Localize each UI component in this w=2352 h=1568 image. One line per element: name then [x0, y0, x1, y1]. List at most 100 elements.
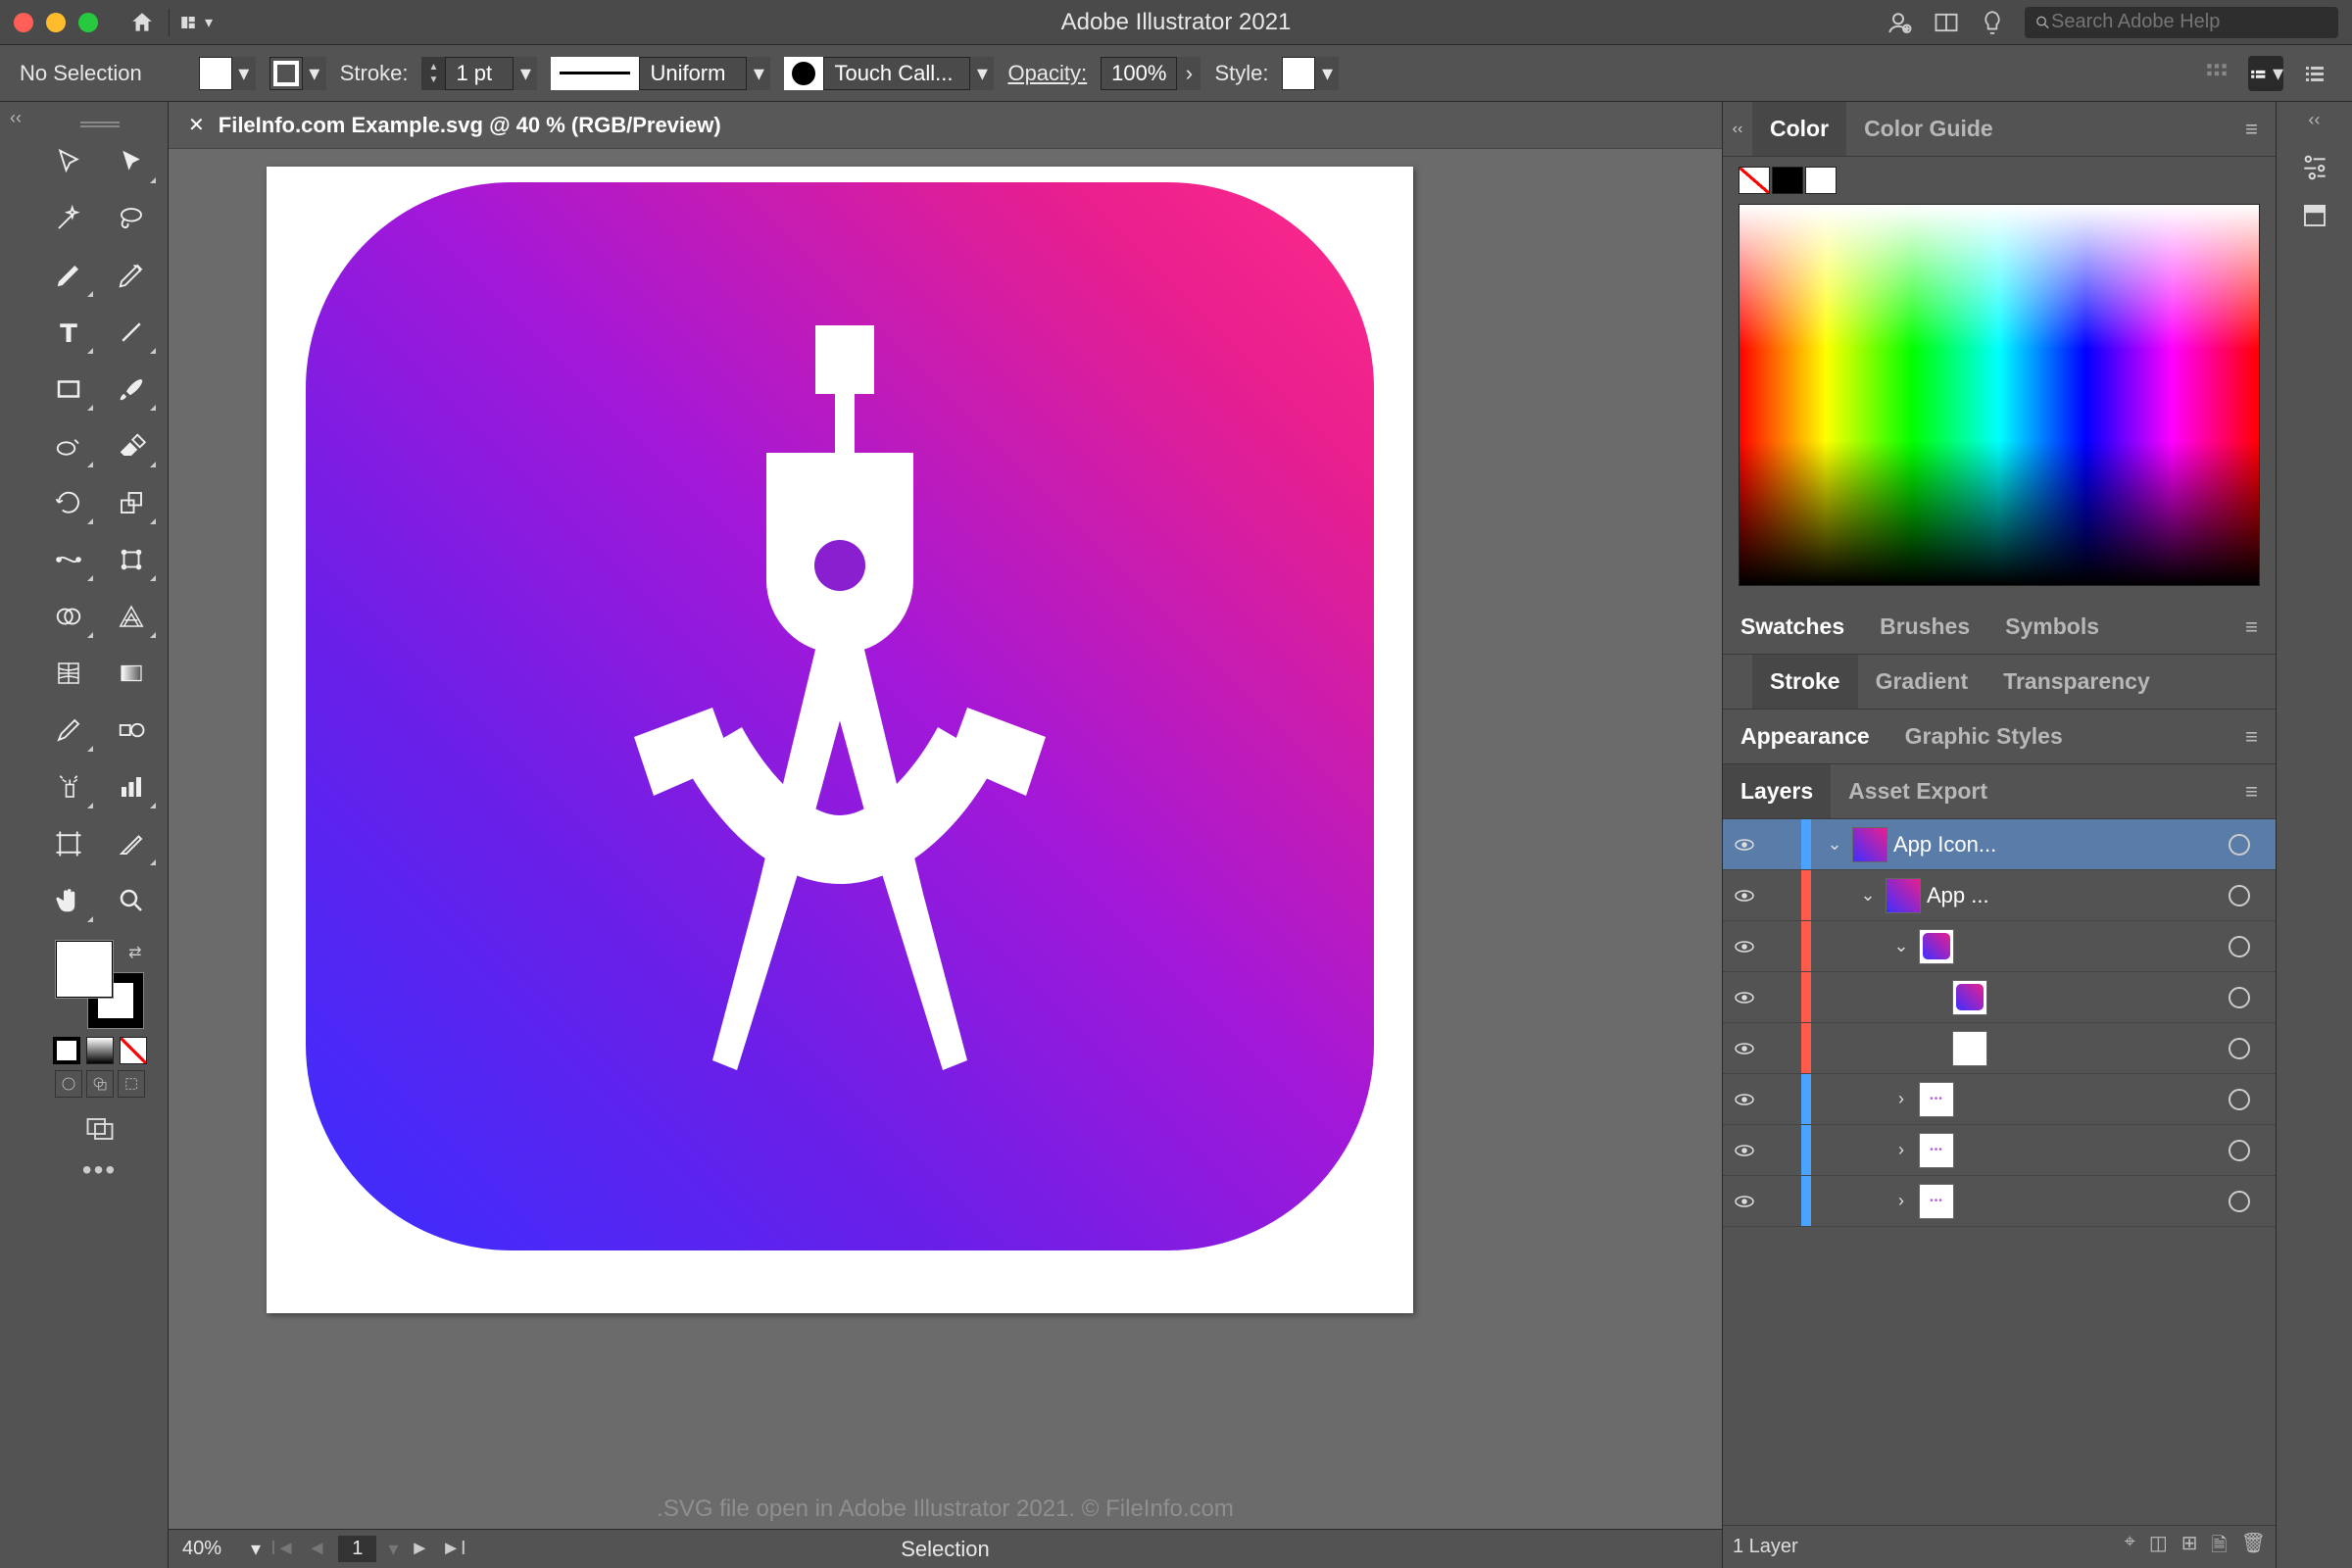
- visibility-toggle-icon[interactable]: [1723, 1088, 1766, 1111]
- tab-color[interactable]: Color: [1752, 102, 1846, 156]
- draw-inside[interactable]: [118, 1070, 145, 1098]
- help-search-input[interactable]: [2051, 11, 2328, 33]
- disclosure-toggle[interactable]: ›: [1889, 1191, 1913, 1211]
- hand-tool[interactable]: [41, 876, 96, 925]
- eyedropper-tool[interactable]: [41, 706, 96, 755]
- opacity-input[interactable]: 100%›: [1101, 57, 1200, 90]
- visibility-toggle-icon[interactable]: [1723, 935, 1766, 958]
- gradient-tool[interactable]: [104, 649, 159, 698]
- close-window-button[interactable]: [14, 13, 33, 32]
- arrange-documents-icon[interactable]: [1933, 9, 1960, 36]
- home-button[interactable]: [125, 6, 159, 39]
- last-artboard-button[interactable]: ►I: [441, 1538, 466, 1560]
- free-transform-tool[interactable]: [104, 535, 159, 584]
- magic-wand-tool[interactable]: [41, 194, 96, 243]
- visibility-toggle-icon[interactable]: [1723, 833, 1766, 857]
- layer-row[interactable]: [1723, 972, 2276, 1023]
- layer-row[interactable]: ⌄ App ...: [1723, 870, 2276, 921]
- disclosure-toggle[interactable]: ⌄: [1856, 885, 1880, 906]
- tools-collapse-strip[interactable]: ‹‹: [0, 102, 31, 1568]
- tab-asset-export[interactable]: Asset Export: [1831, 764, 2005, 818]
- layer-row[interactable]: ›•••: [1723, 1074, 2276, 1125]
- workspace-switcher[interactable]: ▾: [179, 6, 213, 39]
- perspective-grid-tool[interactable]: [104, 592, 159, 641]
- paintbrush-tool[interactable]: [104, 365, 159, 414]
- delete-layer-icon[interactable]: 🗑: [2241, 1531, 2266, 1564]
- type-tool[interactable]: [41, 308, 96, 357]
- color-none-swatch[interactable]: [1739, 167, 1770, 194]
- tab-appearance[interactable]: Appearance: [1723, 710, 1887, 763]
- target-icon[interactable]: [2229, 1140, 2250, 1161]
- swap-fill-stroke-icon[interactable]: ⇄: [128, 943, 141, 962]
- layer-row[interactable]: [1723, 1023, 2276, 1074]
- lasso-tool[interactable]: [104, 194, 159, 243]
- layer-name[interactable]: App Icon...: [1893, 832, 2223, 858]
- minimize-window-button[interactable]: [46, 13, 66, 32]
- scale-tool[interactable]: [104, 478, 159, 527]
- next-artboard-button[interactable]: ►: [410, 1538, 429, 1560]
- color-mode-gradient[interactable]: [86, 1037, 114, 1064]
- line-segment-tool[interactable]: [104, 308, 159, 357]
- tab-symbols[interactable]: Symbols: [1987, 600, 2117, 654]
- help-search[interactable]: [2025, 7, 2338, 38]
- curvature-tool[interactable]: [104, 251, 159, 300]
- screen-mode[interactable]: [78, 1111, 122, 1147]
- tab-brushes[interactable]: Brushes: [1862, 600, 1987, 654]
- document-tab[interactable]: ✕ FileInfo.com Example.svg @ 40 % (RGB/P…: [169, 102, 1722, 149]
- make-clipping-mask-icon[interactable]: ◫: [2149, 1531, 2168, 1564]
- artboard-tool[interactable]: [41, 819, 96, 868]
- layers-panel-menu-icon[interactable]: ≡: [2235, 779, 2268, 805]
- learn-icon[interactable]: [1980, 10, 2005, 35]
- width-tool[interactable]: [41, 535, 96, 584]
- visibility-toggle-icon[interactable]: [1723, 986, 1766, 1009]
- target-icon[interactable]: [2229, 1038, 2250, 1059]
- slice-tool[interactable]: [104, 819, 159, 868]
- disclosure-toggle[interactable]: ⌄: [1823, 834, 1846, 855]
- color-panel-menu-icon[interactable]: ≡: [2235, 117, 2268, 142]
- mesh-tool[interactable]: [41, 649, 96, 698]
- transform-panel-icon[interactable]: ▾: [2248, 56, 2283, 91]
- canvas[interactable]: .SVG file open in Adobe Illustrator 2021…: [169, 149, 1722, 1529]
- properties-panel-icon[interactable]: [2299, 150, 2330, 181]
- tab-layers[interactable]: Layers: [1723, 764, 1831, 818]
- tools-grip[interactable]: [80, 122, 120, 127]
- zoom-level[interactable]: 40%▾: [182, 1533, 261, 1566]
- target-icon[interactable]: [2229, 885, 2250, 906]
- zoom-tool[interactable]: [104, 876, 159, 925]
- close-tab-icon[interactable]: ✕: [188, 113, 205, 137]
- color-mode-solid[interactable]: [53, 1037, 80, 1064]
- libraries-panel-icon[interactable]: [2300, 201, 2329, 230]
- blend-tool[interactable]: [104, 706, 159, 755]
- visibility-toggle-icon[interactable]: [1723, 1037, 1766, 1060]
- draw-behind[interactable]: [86, 1070, 114, 1098]
- layer-row[interactable]: ⌄: [1723, 921, 2276, 972]
- fill-swatch[interactable]: ▾: [199, 57, 256, 90]
- tab-gradient[interactable]: Gradient: [1858, 655, 1986, 709]
- prev-artboard-button[interactable]: ◄: [307, 1538, 326, 1560]
- create-sublayer-icon[interactable]: ⊞: [2181, 1531, 2198, 1564]
- fill-stroke-control[interactable]: ⇄: [56, 941, 144, 1029]
- layer-row[interactable]: ›•••: [1723, 1176, 2276, 1227]
- color-mode-none[interactable]: [120, 1037, 147, 1064]
- visibility-toggle-icon[interactable]: [1723, 884, 1766, 907]
- target-icon[interactable]: [2229, 987, 2250, 1008]
- target-icon[interactable]: [2229, 834, 2250, 856]
- column-graph-tool[interactable]: [104, 762, 159, 811]
- layer-row[interactable]: ›•••: [1723, 1125, 2276, 1176]
- tab-graphic-styles[interactable]: Graphic Styles: [1887, 710, 2081, 763]
- shaper-tool[interactable]: [41, 421, 96, 470]
- disclosure-toggle[interactable]: ⌄: [1889, 936, 1913, 956]
- disclosure-toggle[interactable]: ›: [1889, 1140, 1913, 1160]
- selection-tool[interactable]: [41, 137, 96, 186]
- shape-builder-tool[interactable]: [41, 592, 96, 641]
- target-icon[interactable]: [2229, 1089, 2250, 1110]
- target-icon[interactable]: [2229, 936, 2250, 957]
- tab-transparency[interactable]: Transparency: [1985, 655, 2168, 709]
- artboard-index[interactable]: 1: [338, 1536, 376, 1562]
- graphic-style-swatch[interactable]: ▾: [1282, 57, 1339, 90]
- stroke-swatch[interactable]: ▾: [270, 57, 326, 90]
- layer-name[interactable]: App ...: [1927, 883, 2223, 908]
- tab-color-guide[interactable]: Color Guide: [1846, 102, 2011, 156]
- color-black-swatch[interactable]: [1772, 167, 1803, 194]
- direct-selection-tool[interactable]: [104, 137, 159, 186]
